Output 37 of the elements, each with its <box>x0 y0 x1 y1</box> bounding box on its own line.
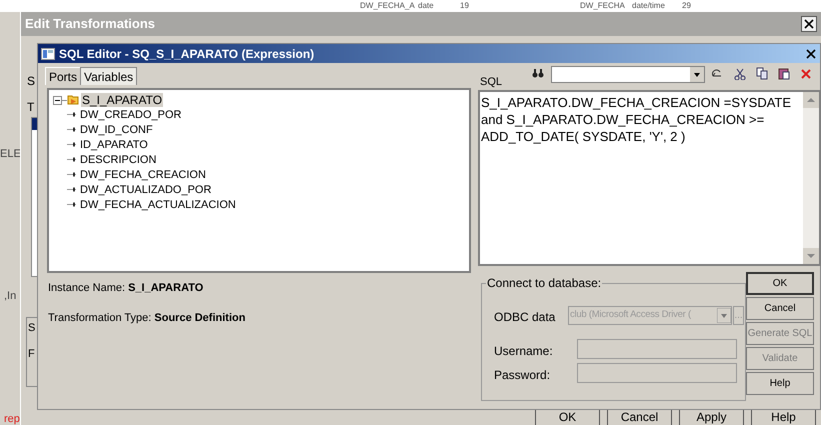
sql-editor-field[interactable]: S_I_APARATO.DW_FECHA_CREACION =SYSDATE and S_I_APARATO.DW_FECHA_CREACION >= ADD_TO_DATE( SYSDATE, 'Y', 2 ) <box>478 90 821 266</box>
cut-text: F <box>28 348 36 360</box>
group-legend: Connect to database: <box>486 276 602 290</box>
tree-item[interactable]: DESCRIPCION <box>80 152 156 166</box>
tree-item[interactable]: ID_APARATO <box>80 138 148 152</box>
dialog-button[interactable]: OK <box>746 272 814 295</box>
dialog-button[interactable]: Help <box>746 372 814 395</box>
table-cell: 19 <box>460 1 469 11</box>
cut-text: ELE <box>0 148 21 160</box>
cut-text: S <box>27 74 36 88</box>
cut-text: ,In <box>4 290 16 302</box>
table-cell: DW_FECHA_A <box>360 1 415 11</box>
cut-text: S <box>28 322 36 334</box>
window-title: Edit Transformations <box>25 15 156 34</box>
tree-item[interactable]: S_I_APARATO <box>81 93 164 107</box>
password-label: Password: <box>494 367 550 384</box>
tree-item[interactable]: DW_CREADO_POR <box>80 108 182 122</box>
tab[interactable]: Variables <box>80 67 138 85</box>
table-cell: 29 <box>682 1 691 11</box>
instance-name-text: Instance Name: S_I_APARATO <box>48 281 204 296</box>
table-cell: DW_FECHA <box>580 1 625 11</box>
tree-item[interactable]: DW_FECHA_ACTUALIZACION <box>80 198 236 212</box>
odbc-label: ODBC data <box>494 309 556 326</box>
window-title: SQL Editor - SQ_S_I_APARATO (Expression) <box>59 46 314 62</box>
tree-item[interactable]: DW_ID_CONF <box>80 122 153 136</box>
username-label: Username: <box>494 343 553 360</box>
tab[interactable]: Ports <box>45 67 80 85</box>
tree-item[interactable]: DW_ACTUALIZADO_POR <box>80 182 212 196</box>
tree-item[interactable]: DW_FECHA_CREACION <box>80 168 206 182</box>
sql-text: S_I_APARATO.DW_FECHA_CREACION =SYSDATE and S_I_APARATO.DW_FECHA_CREACION >= ADD_TO_DATE( SYSDATE, 'Y', 2 ) <box>480 94 792 146</box>
transformation-type-text: Transformation Type: Source Definition <box>48 311 246 326</box>
table-cell: date/time <box>632 1 665 11</box>
cut-text: rep <box>4 413 20 425</box>
table-cell: date <box>418 1 434 11</box>
sql-label: SQL <box>480 76 502 88</box>
cut-text: T <box>27 100 34 114</box>
dialog-button[interactable]: Cancel <box>746 297 814 320</box>
